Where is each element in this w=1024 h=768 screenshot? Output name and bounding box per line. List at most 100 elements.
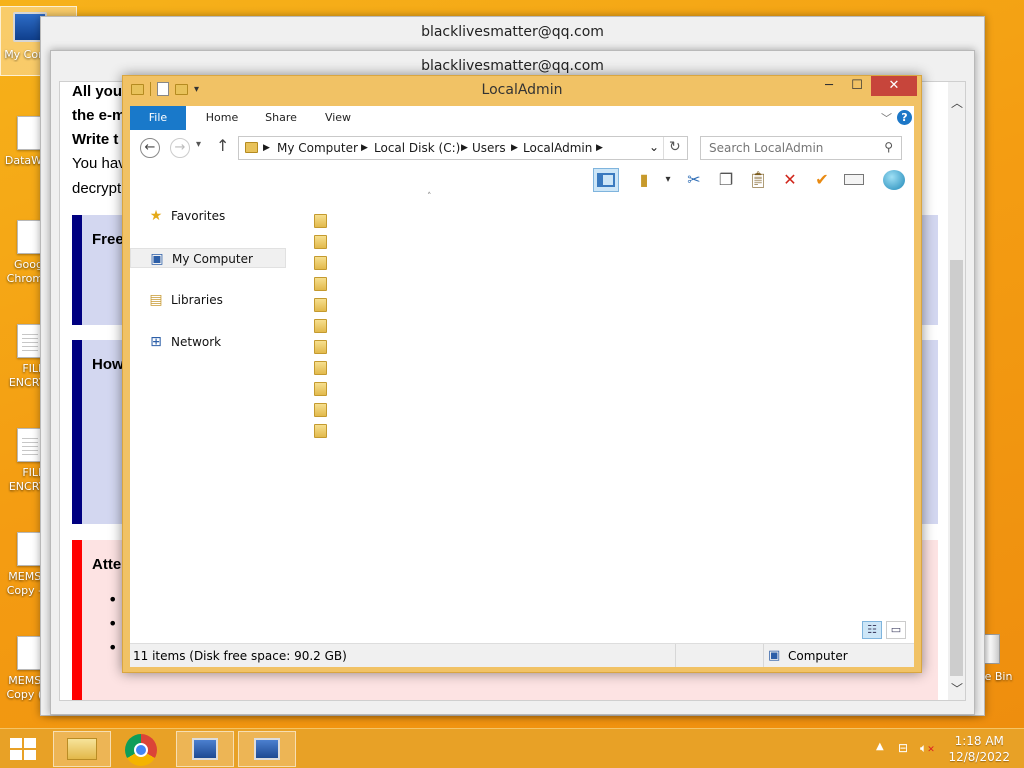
nav-item-label: My Computer [172, 252, 253, 266]
address-bar[interactable]: ▶ My Computer ▶ Local Disk (C:) ▶ Users … [238, 136, 688, 160]
breadcrumb-my-computer[interactable]: My Computer [277, 141, 358, 155]
tab-file[interactable]: File [130, 106, 186, 130]
large-icons-view-button[interactable]: ▭ [886, 621, 906, 639]
maximize-button[interactable]: ☐ [843, 76, 871, 96]
search-input[interactable] [709, 141, 879, 155]
taskbar-app-2[interactable] [238, 731, 296, 767]
folder-row[interactable] [314, 382, 330, 398]
breadcrumb-localadmin[interactable]: LocalAdmin [523, 141, 592, 155]
minimize-button[interactable]: ─ [815, 76, 843, 96]
folder-icon [314, 256, 327, 270]
details-view-button[interactable]: ☷ [862, 621, 882, 639]
delete-icon[interactable]: ✕ [777, 168, 803, 192]
nav-item-libraries[interactable]: ▤ Libraries [130, 290, 286, 310]
ransom-window-back-title: blacklivesmatter@qq.com [421, 24, 604, 40]
chevron-down-icon[interactable]: ⌄ [649, 140, 659, 154]
layout-pane-button[interactable] [593, 168, 619, 192]
chrome-icon [134, 743, 148, 757]
chevron-down-icon[interactable]: ▾ [655, 168, 681, 192]
volume-muted-icon[interactable]: 🔈︎✕ [920, 741, 935, 756]
folder-row[interactable] [314, 235, 330, 251]
help-icon[interactable]: ? [897, 110, 912, 125]
tab-home[interactable]: Home [192, 106, 252, 130]
chevron-up-icon[interactable]: ︿ [951, 94, 963, 111]
breadcrumb-separator: ▶ [361, 143, 368, 153]
select-folder-icon[interactable]: ▮ [631, 168, 657, 192]
windows-logo-icon [10, 738, 38, 760]
bullet: • [108, 614, 118, 633]
search-icon[interactable]: ⚲ [884, 140, 893, 154]
ransom-line: the e-m [72, 107, 126, 124]
folder-icon [314, 382, 327, 396]
section-heading: Atte [92, 556, 122, 573]
network-icon: ⊞ [150, 334, 162, 350]
breadcrumb-users[interactable]: Users [472, 141, 506, 155]
status-bar: 11 items (Disk free space: 90.2 GB) ▣ Co… [130, 643, 914, 667]
chevron-down-icon[interactable]: ﹀ [951, 680, 963, 697]
recent-locations-icon[interactable]: ▾ [196, 139, 201, 150]
section-accent-bar [72, 340, 82, 524]
folder-icon [314, 424, 327, 438]
globe-icon[interactable] [881, 168, 907, 192]
folder-icon [314, 361, 327, 375]
folder-icon [314, 403, 327, 417]
folder-row[interactable] [314, 298, 330, 314]
folder-icon [314, 235, 327, 249]
folder-icon [314, 277, 327, 291]
folder-row[interactable] [314, 277, 330, 293]
up-button[interactable]: ↑ [216, 136, 229, 155]
section-accent-bar [72, 540, 82, 700]
clock-date: 12/8/2022 [948, 750, 1010, 764]
breadcrumb-separator: ▶ [263, 143, 270, 153]
tab-share[interactable]: Share [252, 106, 310, 130]
folder-icon [314, 214, 327, 228]
folder-row[interactable] [314, 424, 330, 440]
back-button[interactable]: ← [140, 138, 160, 158]
library-icon: ▤ [149, 292, 163, 308]
chevron-down-icon[interactable]: ﹀ [881, 110, 892, 126]
navigation-pane: ★ Favorites ▣ My Computer ▤ Libraries ⊞ … [130, 196, 295, 643]
nav-item-favorites[interactable]: ★ Favorites [130, 206, 286, 226]
folder-row[interactable] [314, 214, 330, 230]
taskbar-app-1[interactable] [176, 731, 234, 767]
folder-icon [314, 298, 327, 312]
paste-icon[interactable]: 📋︎ [745, 168, 771, 192]
copy-icon[interactable]: ❐ [713, 168, 739, 192]
taskbar-file-explorer[interactable] [53, 731, 111, 767]
tab-view[interactable]: View [310, 106, 366, 130]
search-box[interactable]: ⚲ [700, 136, 902, 160]
command-toolbar: ▮ ▾ ✂ ❐ 📋︎ ✕ ✔ [130, 164, 914, 196]
explorer-window[interactable]: ▾ LocalAdmin ─ ☐ ✕ File Home Share View … [122, 75, 922, 673]
clock-time: 1:18 AM [954, 734, 1004, 748]
breadcrumb-local-disk[interactable]: Local Disk (C:) [374, 141, 460, 155]
nav-item-label: Favorites [171, 209, 226, 223]
computer-icon: ▣ [150, 251, 164, 267]
separator [763, 644, 764, 667]
network-icon[interactable]: ⊟ [898, 741, 908, 755]
checkmark-icon[interactable]: ✔ [809, 168, 835, 192]
computer-icon: ▣ [768, 648, 781, 663]
rename-icon[interactable] [841, 168, 867, 192]
folder-row[interactable] [314, 256, 330, 272]
folder-row[interactable] [314, 340, 330, 356]
separator [675, 644, 676, 667]
taskbar-chrome[interactable] [125, 734, 157, 766]
start-button[interactable] [10, 738, 38, 760]
close-button[interactable]: ✕ [871, 76, 917, 96]
section-accent-bar [72, 215, 82, 325]
folder-row[interactable] [314, 403, 330, 419]
vertical-scrollbar[interactable]: ︿ ﹀ [948, 82, 965, 700]
cut-icon[interactable]: ✂ [681, 168, 707, 192]
nav-item-my-computer[interactable]: ▣ My Computer [130, 248, 286, 268]
show-hidden-icons-button[interactable]: ▲ [876, 741, 884, 752]
folder-row[interactable] [314, 361, 330, 377]
status-item-count: 11 items (Disk free space: 90.2 GB) [133, 649, 347, 663]
scrollbar-thumb[interactable] [950, 260, 963, 676]
remote-desktop-icon [254, 738, 280, 760]
refresh-icon[interactable]: ↻ [669, 139, 681, 155]
forward-button[interactable]: → [170, 138, 190, 158]
folder-row[interactable] [314, 319, 330, 335]
nav-item-network[interactable]: ⊞ Network [130, 332, 286, 352]
clock[interactable]: 1:18 AM 12/8/2022 [948, 733, 1010, 765]
ribbon-tabs: File Home Share View ﹀ ? [130, 106, 914, 130]
